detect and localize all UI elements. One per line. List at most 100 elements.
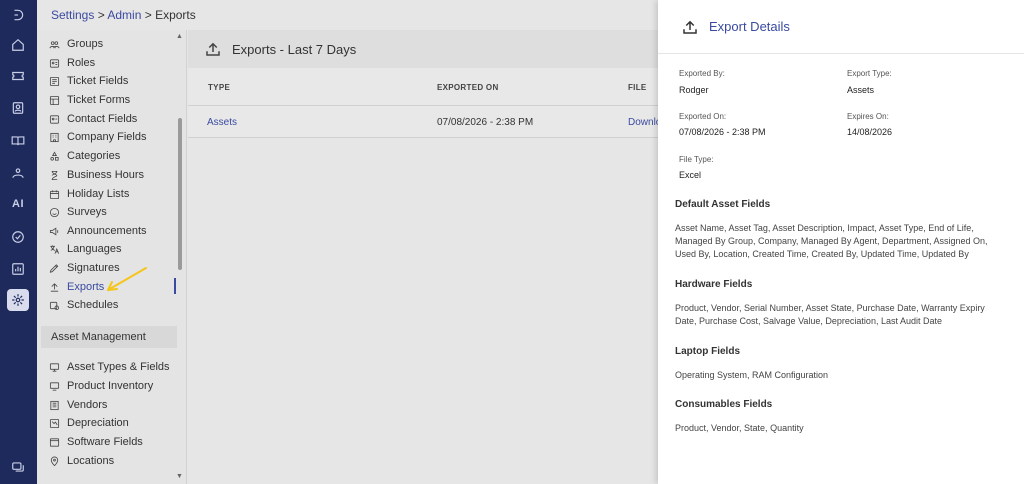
- breadcrumb-admin[interactable]: Admin: [107, 8, 141, 22]
- expires-on-value: 14/08/2026: [847, 127, 893, 137]
- sidebar-item-business-hours[interactable]: Business Hours: [48, 166, 144, 184]
- sidebar-scrollbar[interactable]: [178, 118, 182, 270]
- signature-icon: [48, 262, 60, 274]
- reports-icon[interactable]: [7, 258, 29, 280]
- sidebar-item-label: Announcements: [67, 225, 147, 237]
- sidebar-item-label: Product Inventory: [67, 380, 154, 392]
- section-title-hardware-fields: Hardware Fields: [675, 279, 753, 290]
- section-header-asset-management: Asset Management: [41, 326, 177, 348]
- active-indicator: [174, 278, 176, 294]
- sidebar-item-ticket-fields[interactable]: Ticket Fields: [48, 72, 128, 90]
- sidebar-item-label: Contact Fields: [67, 113, 138, 125]
- breadcrumb-settings[interactable]: Settings: [51, 8, 94, 22]
- column-header-exported-on[interactable]: EXPORTED ON: [437, 83, 499, 92]
- roles-icon: [48, 57, 60, 69]
- calendar-icon: [48, 188, 60, 200]
- exported-by-value: Rodger: [679, 85, 709, 95]
- row-exported-on: 07/08/2026 - 2:38 PM: [437, 117, 534, 128]
- depreciation-icon: [48, 417, 60, 429]
- home-icon[interactable]: [7, 34, 29, 56]
- breadcrumb-separator: >: [94, 8, 108, 22]
- settings-sidebar: Groups Roles Ticket Fields Ticket Forms …: [37, 30, 187, 484]
- section-text-consumables-fields: Product, Vendor, State, Quantity: [675, 423, 804, 433]
- section-title-laptop-fields: Laptop Fields: [675, 346, 740, 357]
- sidebar-item-label: Asset Types & Fields: [67, 361, 170, 373]
- sidebar-item-surveys[interactable]: Surveys: [48, 203, 107, 221]
- sidebar-item-ticket-forms[interactable]: Ticket Forms: [48, 91, 130, 109]
- row-type-link[interactable]: Assets: [207, 117, 237, 128]
- scroll-up-icon[interactable]: ▲: [176, 33, 183, 40]
- expires-on-label: Expires On:: [847, 112, 889, 121]
- sidebar-item-holiday-lists[interactable]: Holiday Lists: [48, 185, 129, 203]
- logo-icon[interactable]: [7, 4, 29, 26]
- sidebar-item-languages[interactable]: Languages: [48, 240, 121, 258]
- sidebar-item-exports[interactable]: Exports: [48, 278, 104, 296]
- contact-fields-icon: [48, 113, 60, 125]
- company-fields-icon: [48, 131, 60, 143]
- sidebar-item-label: Vendors: [67, 399, 108, 411]
- ticket-forms-icon: [48, 94, 60, 106]
- contacts-icon[interactable]: [7, 97, 29, 119]
- upload-icon: [48, 281, 60, 293]
- upload-icon: [683, 20, 697, 34]
- smiley-icon: [48, 206, 60, 218]
- tickets-icon[interactable]: [7, 65, 29, 87]
- chat-icon[interactable]: [7, 456, 29, 478]
- schedule-icon: [48, 299, 60, 311]
- community-icon[interactable]: [7, 162, 29, 184]
- row-download-link[interactable]: Downlo: [628, 117, 661, 128]
- sidebar-item-asset-types[interactable]: Asset Types & Fields: [48, 358, 170, 376]
- translate-icon: [48, 243, 60, 255]
- sidebar-item-label: Locations: [67, 455, 115, 467]
- breadcrumb-separator: >: [141, 8, 156, 22]
- sidebar-item-product-inventory[interactable]: Product Inventory: [48, 377, 153, 395]
- knowledge-base-icon[interactable]: [7, 130, 29, 152]
- exported-on-label: Exported On:: [679, 112, 727, 121]
- ai-label: AI: [12, 198, 24, 210]
- software-icon: [48, 436, 60, 448]
- sidebar-item-roles[interactable]: Roles: [48, 54, 95, 72]
- sidebar-item-label: Holiday Lists: [67, 188, 130, 200]
- icon-rail: AI: [0, 0, 37, 484]
- sidebar-item-locations[interactable]: Locations: [48, 452, 114, 470]
- ai-icon[interactable]: AI: [7, 193, 29, 215]
- section-text-hardware-fields: Product, Vendor, Serial Number, Asset St…: [675, 303, 985, 326]
- panel-title: Export Details: [709, 19, 790, 34]
- table-header: TYPE EXPORTED ON FILE: [188, 68, 658, 106]
- section-text-default-asset-fields: Asset Name, Asset Tag, Asset Description…: [675, 223, 988, 259]
- tasks-icon[interactable]: [7, 226, 29, 248]
- sidebar-item-label: Ticket Fields: [67, 75, 129, 87]
- upload-icon: [206, 42, 220, 56]
- hourglass-icon: [48, 169, 60, 181]
- sidebar-item-label: Categories: [67, 150, 121, 162]
- sidebar-item-announcements[interactable]: Announcements: [48, 222, 147, 240]
- file-type-value: Excel: [679, 170, 702, 180]
- sidebar-item-categories[interactable]: Categories: [48, 147, 120, 165]
- annotation-arrow-icon: [107, 267, 147, 291]
- sidebar-item-label: Languages: [67, 243, 122, 255]
- vendors-icon: [48, 399, 60, 411]
- sidebar-item-groups[interactable]: Groups: [48, 35, 103, 53]
- sidebar-item-contact-fields[interactable]: Contact Fields: [48, 110, 137, 128]
- section-text-laptop-fields: Operating System, RAM Configuration: [675, 370, 829, 380]
- asset-types-icon: [48, 361, 60, 373]
- exported-by-label: Exported By:: [679, 69, 725, 78]
- table-row: Assets 07/08/2026 - 2:38 PM Downlo: [188, 106, 661, 138]
- sidebar-item-label: Surveys: [67, 206, 107, 218]
- settings-gear-icon[interactable]: [7, 289, 29, 311]
- categories-icon: [48, 150, 60, 162]
- sidebar-item-software-fields[interactable]: Software Fields: [48, 433, 143, 451]
- column-header-file[interactable]: FILE: [628, 83, 647, 92]
- groups-icon: [48, 38, 60, 50]
- scroll-down-icon[interactable]: ▼: [176, 473, 183, 480]
- file-type-label: File Type:: [679, 155, 714, 164]
- megaphone-icon: [48, 225, 60, 237]
- sidebar-item-company-fields[interactable]: Company Fields: [48, 128, 146, 146]
- sidebar-item-label: Exports: [67, 281, 105, 293]
- export-type-label: Export Type:: [847, 69, 892, 78]
- sidebar-item-depreciation[interactable]: Depreciation: [48, 414, 129, 432]
- column-header-type[interactable]: TYPE: [208, 83, 230, 92]
- sidebar-item-label: Groups: [67, 38, 104, 50]
- sidebar-item-label: Depreciation: [67, 417, 129, 429]
- sidebar-item-vendors[interactable]: Vendors: [48, 396, 107, 414]
